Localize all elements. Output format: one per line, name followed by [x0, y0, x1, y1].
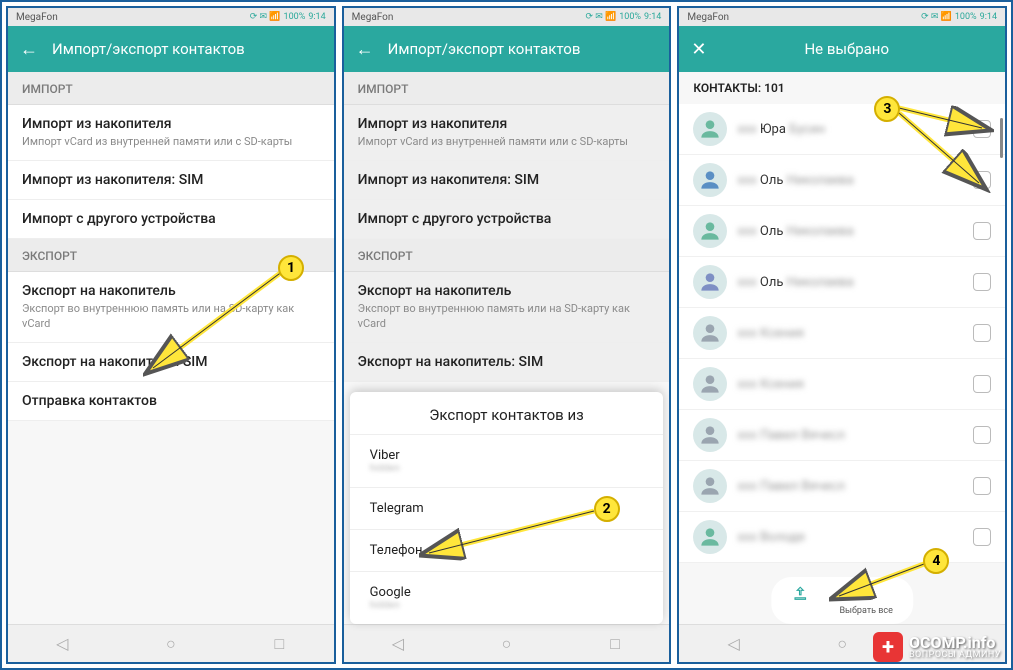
nav-recent-icon[interactable]: □: [269, 634, 289, 654]
contact-row[interactable]: xxx Ксения: [679, 359, 1005, 410]
send-contacts[interactable]: Отправка контактов: [8, 382, 334, 421]
contact-name: xxx Ксения: [737, 326, 963, 341]
export-storage[interactable]: Экспорт на накопитель Экспорт во внутрен…: [344, 272, 670, 343]
contact-checkbox[interactable]: [973, 528, 991, 546]
contact-name: xxx Оль Николаева: [737, 275, 963, 290]
contact-row[interactable]: xxx Оль Николаева: [679, 257, 1005, 308]
avatar: [693, 316, 727, 350]
statusbar: MegaFon ⟳ ✉ 📶 100% 9:14: [8, 8, 334, 26]
watermark-sub: ВОПРОСЫ АДМИНУ: [909, 651, 1001, 660]
contact-row[interactable]: xxx Павел Вячесл: [679, 461, 1005, 512]
avatar: [693, 367, 727, 401]
annotation-arrow-2: [419, 503, 599, 563]
import-other-device[interactable]: Импорт с другого устройства: [8, 200, 334, 239]
contact-checkbox[interactable]: [973, 426, 991, 444]
avatar: [693, 214, 727, 248]
contact-name: xxx Павел Вячесл: [737, 479, 963, 494]
annotation-arrow-3b: [894, 108, 994, 193]
avatar: [693, 469, 727, 503]
scrollbar[interactable]: [1000, 118, 1003, 158]
back-icon[interactable]: ←: [356, 39, 374, 60]
phone-screen-3: MegaFon ⟳ ✉ 📶 100% 9:14 ✕ Не выбрано КОН…: [677, 6, 1007, 664]
nav-back-icon[interactable]: ◁: [52, 634, 72, 654]
annotation-badge-4: 4: [923, 548, 949, 574]
contact-row[interactable]: xxx Оль Николаева: [679, 206, 1005, 257]
page-title: Импорт/экспорт контактов: [52, 40, 245, 58]
sheet-title: Экспорт контактов из: [350, 392, 664, 434]
app-header: ← Импорт/экспорт контактов: [344, 26, 670, 72]
page-title: Импорт/экспорт контактов: [388, 40, 581, 58]
annotation-arrow-4: [829, 556, 929, 606]
watermark-brand: OCOMP.info: [909, 635, 1001, 651]
back-icon[interactable]: ←: [20, 39, 38, 60]
contact-checkbox[interactable]: [973, 273, 991, 291]
avatar: [693, 418, 727, 452]
import-sim[interactable]: Импорт из накопителя: SIM: [344, 161, 670, 200]
nav-recent-icon[interactable]: □: [605, 634, 625, 654]
import-sim[interactable]: Импорт из накопителя: SIM: [8, 161, 334, 200]
watermark-logo-icon: +: [873, 632, 903, 662]
app-header: ← Импорт/экспорт контактов: [8, 26, 334, 72]
statusbar: MegaFon ⟳ ✉ 📶 100% 9:14: [344, 8, 670, 26]
nav-back-icon[interactable]: ◁: [724, 634, 744, 654]
sheet-google[interactable]: Googlehidden: [350, 571, 664, 624]
app-header: ✕ Не выбрано: [679, 26, 1005, 72]
export-sim[interactable]: Экспорт на накопитель: SIM: [344, 343, 670, 382]
share-button[interactable]: [791, 585, 809, 616]
import-storage[interactable]: Импорт из накопителя Импорт vCard из вну…: [344, 105, 670, 161]
contact-name: xxx Павел Вячесл: [737, 428, 963, 443]
section-import: ИМПОРТ: [344, 72, 670, 105]
import-other-device[interactable]: Импорт с другого устройства: [344, 200, 670, 239]
android-navbar: ◁ ○ □: [344, 624, 670, 662]
carrier-label: MegaFon: [16, 12, 58, 23]
sheet-viber[interactable]: Viberhidden: [350, 434, 664, 487]
nav-back-icon[interactable]: ◁: [388, 634, 408, 654]
avatar: [693, 520, 727, 554]
phone-screen-2: MegaFon ⟳ ✉ 📶 100% 9:14 ← Импорт/экспорт…: [342, 6, 672, 664]
contact-checkbox[interactable]: [973, 222, 991, 240]
contact-name: xxx Володя: [737, 530, 963, 545]
nav-home-icon[interactable]: ○: [496, 634, 516, 654]
phone-screen-1: MegaFon ⟳ ✉ 📶 100% 9:14 ← Импорт/экспорт…: [6, 6, 336, 664]
contact-checkbox[interactable]: [973, 477, 991, 495]
contact-name: xxx Оль Николаева: [737, 224, 963, 239]
statusbar: MegaFon ⟳ ✉ 📶 100% 9:14: [679, 8, 1005, 26]
annotation-arrow-1: [143, 263, 288, 378]
annotation-badge-1: 1: [278, 255, 304, 281]
nav-home-icon[interactable]: ○: [161, 634, 181, 654]
status-icons: ⟳ ✉ 📶 100% 9:14: [250, 12, 326, 22]
contact-row[interactable]: xxx Ксения: [679, 308, 1005, 359]
contact-checkbox[interactable]: [973, 375, 991, 393]
page-title: Не выбрано: [720, 40, 973, 58]
avatar: [693, 163, 727, 197]
watermark: + OCOMP.info ВОПРОСЫ АДМИНУ: [873, 632, 1001, 662]
close-icon[interactable]: ✕: [691, 39, 706, 60]
avatar: [693, 265, 727, 299]
contact-name: xxx Ксения: [737, 377, 963, 392]
section-export: ЭКСПОРТ: [344, 239, 670, 272]
import-storage[interactable]: Импорт из накопителя Импорт vCard из вну…: [8, 105, 334, 161]
contact-checkbox[interactable]: [973, 324, 991, 342]
share-icon: [791, 585, 809, 603]
list-screen2: ИМПОРТ Импорт из накопителя Импорт vCard…: [344, 72, 670, 382]
annotation-badge-2: 2: [594, 496, 620, 522]
contact-row[interactable]: xxx Павел Вячесл: [679, 410, 1005, 461]
nav-home-icon[interactable]: ○: [832, 634, 852, 654]
avatar: [693, 112, 727, 146]
section-import: ИМПОРТ: [8, 72, 334, 105]
android-navbar: ◁ ○ □: [8, 624, 334, 662]
